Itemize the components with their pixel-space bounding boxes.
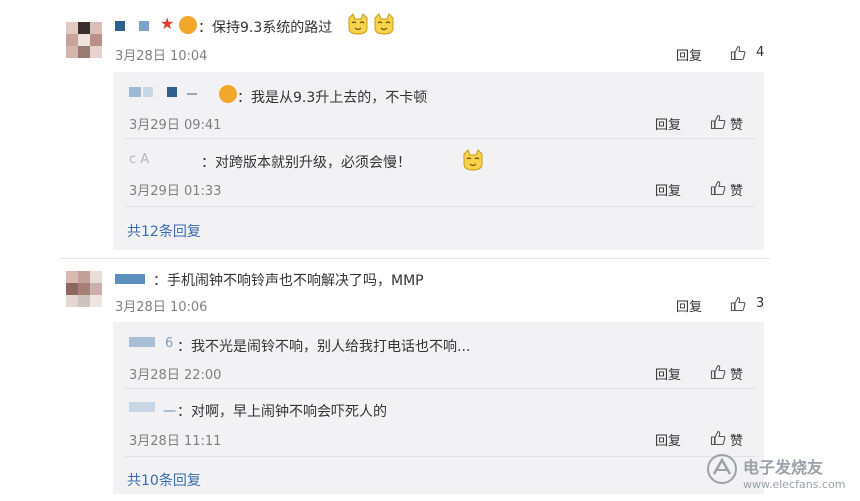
- username-blurred[interactable]: [129, 85, 199, 99]
- reply-item: 6 ：我不光是闹铃不响，别人给我打电话也不响... 3月28日 22:00 回复…: [113, 322, 764, 386]
- username-blurred[interactable]: [129, 400, 163, 414]
- comment-text: ：手机闹钟不响铃声也不响解决了吗，MMP: [153, 273, 424, 289]
- comment-timestamp: 3月28日 10:06: [115, 300, 208, 315]
- reply-button[interactable]: 回复: [655, 180, 681, 199]
- thumbs-up-icon[interactable]: [730, 296, 746, 312]
- replies-container: ：我是从9.3升上去的，不卡顿 3月29日 09:41 回复 赞 c A ：对跨…: [113, 72, 764, 250]
- reply-text: ：对啊，早上闹钟不响会吓死人的: [177, 404, 387, 420]
- cat-face-emoji-icon: [348, 13, 368, 35]
- divider: [125, 456, 755, 457]
- like-count: 3: [756, 296, 765, 311]
- like-button-label[interactable]: 赞: [730, 114, 743, 133]
- reply-item: 一 ：对啊，早上闹钟不响会吓死人的 3月28日 11:11 回复 赞: [113, 388, 764, 452]
- watermark: 电子发烧友 www.elecfans.com: [705, 448, 855, 496]
- like-button-label[interactable]: 赞: [730, 180, 743, 199]
- more-replies-link[interactable]: 共12条回复: [127, 221, 201, 241]
- reply-item: c A ：对跨版本就别升级，必须会慢！ 3月29日 01:33 回复 赞: [113, 138, 764, 202]
- elecfans-logo-icon: [707, 454, 737, 484]
- divider: [125, 206, 755, 207]
- reply-button[interactable]: 回复: [676, 45, 702, 64]
- reply-timestamp: 3月29日 01:33: [129, 184, 222, 199]
- thumbs-up-icon[interactable]: [710, 114, 726, 130]
- reply-button[interactable]: 回复: [655, 114, 681, 133]
- reply-timestamp: 3月29日 09:41: [129, 118, 222, 133]
- username-blurred[interactable]: [115, 272, 145, 286]
- watermark-url: www.elecfans.com: [743, 478, 846, 491]
- cat-face-emoji-icon: [374, 13, 394, 35]
- reply-timestamp: 3月28日 11:11: [129, 434, 222, 449]
- reply-button[interactable]: 回复: [655, 430, 681, 449]
- username-fragment[interactable]: 一: [163, 401, 176, 420]
- comment-panel: ★ ：保持9.3系统的路过 3月28日 10:04 回复 4 ：我是从9.3升上…: [40, 0, 780, 501]
- thumbs-up-icon[interactable]: [710, 430, 726, 446]
- like-button-label[interactable]: 赞: [730, 364, 743, 383]
- member-badge-icon: [219, 85, 237, 103]
- comment-divider: [60, 258, 770, 259]
- thumbs-up-icon[interactable]: [710, 180, 726, 196]
- like-button-label[interactable]: 赞: [730, 430, 743, 449]
- reply-item: ：我是从9.3升上去的，不卡顿 3月29日 09:41 回复 赞: [113, 72, 764, 136]
- watermark-title: 电子发烧友: [743, 458, 824, 477]
- reply-button[interactable]: 回复: [655, 364, 681, 383]
- more-replies-link[interactable]: 共10条回复: [127, 470, 201, 490]
- reply-button[interactable]: 回复: [676, 296, 702, 315]
- reply-text: ：我不光是闹铃不响，别人给我打电话也不响...: [177, 339, 471, 355]
- like-count: 4: [756, 45, 765, 60]
- username-blurred[interactable]: [115, 19, 157, 33]
- avatar[interactable]: [66, 22, 102, 58]
- thumbs-up-icon[interactable]: [730, 45, 746, 61]
- username-fragment[interactable]: c A: [129, 152, 149, 167]
- username-fragment[interactable]: 6: [165, 336, 173, 351]
- reply-text: ：我是从9.3升上去的，不卡顿: [237, 90, 428, 106]
- thumbs-up-icon[interactable]: [710, 364, 726, 380]
- member-badge-icon: [179, 16, 197, 34]
- vip-star-icon: ★: [160, 14, 175, 33]
- reply-timestamp: 3月28日 22:00: [129, 368, 222, 383]
- cat-face-emoji-icon: [463, 149, 483, 171]
- comment-timestamp: 3月28日 10:04: [115, 49, 208, 64]
- comment-text: ：保持9.3系统的路过: [198, 20, 333, 36]
- avatar[interactable]: [66, 271, 102, 307]
- reply-text: ：对跨版本就别升级，必须会慢！: [201, 155, 411, 171]
- replies-container: 6 ：我不光是闹铃不响，别人给我打电话也不响... 3月28日 22:00 回复…: [113, 322, 764, 494]
